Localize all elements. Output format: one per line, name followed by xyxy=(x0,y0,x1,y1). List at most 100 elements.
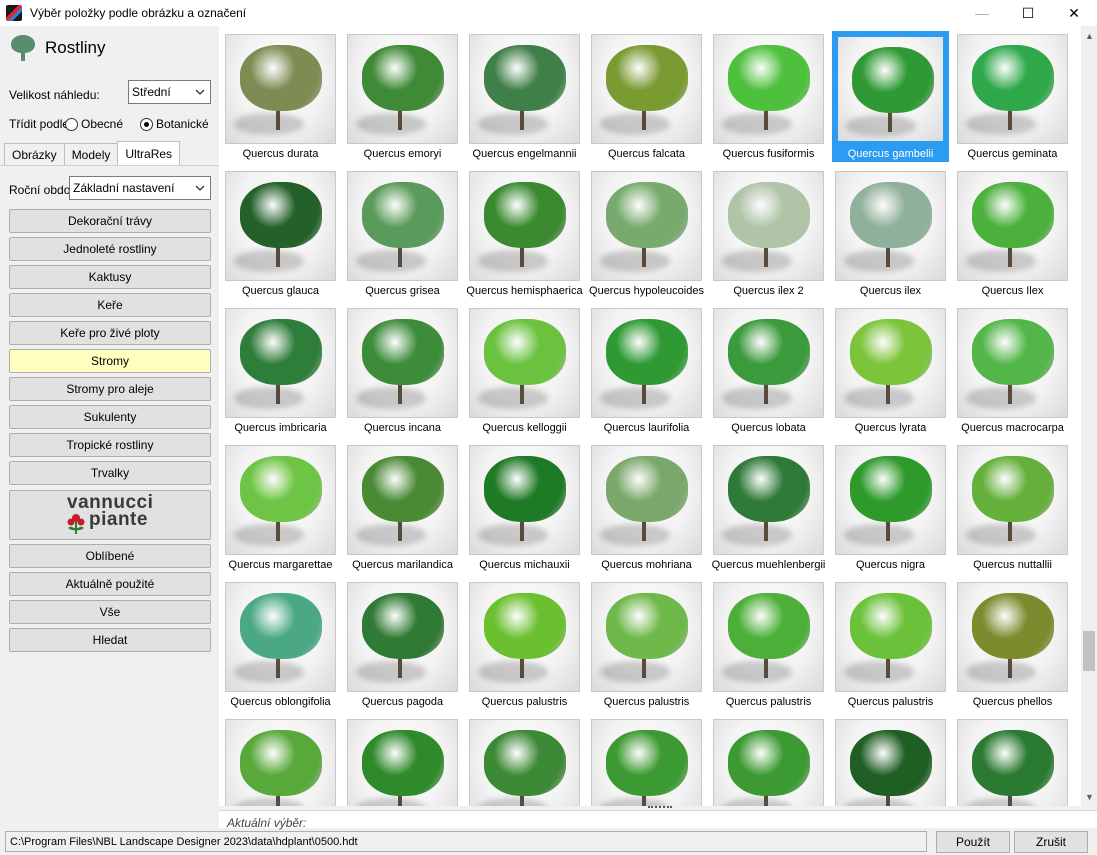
plant-tile[interactable]: Quercus palustris xyxy=(710,579,827,710)
scroll-down-icon[interactable]: ▼ xyxy=(1085,793,1094,802)
plant-tile[interactable]: Quercus engelmannii xyxy=(466,31,583,162)
filter-button[interactable]: Vše xyxy=(9,600,211,624)
plant-tile[interactable]: Quercus margarettae xyxy=(222,442,339,573)
plant-tile[interactable]: Quercus laurifolia xyxy=(588,305,705,436)
apply-button[interactable]: Použít xyxy=(936,831,1010,853)
plant-tile[interactable]: Quercus kelloggii xyxy=(466,305,583,436)
plant-tile[interactable]: Quercus palustris xyxy=(466,579,583,710)
tree-crown xyxy=(606,182,688,248)
plant-name: Quercus ilex xyxy=(859,284,922,297)
plant-name: Quercus michauxii xyxy=(479,558,570,571)
plant-thumbnail xyxy=(835,719,946,806)
category-button[interactable]: Trvalky xyxy=(9,461,211,485)
category-button[interactable]: Stromy xyxy=(9,349,211,373)
plant-tile[interactable]: Quercus ilex xyxy=(832,168,949,299)
tree-crown xyxy=(484,456,566,522)
category-button[interactable]: Tropické rostliny xyxy=(9,433,211,457)
plant-tile[interactable]: Quercus macrocarpa xyxy=(954,305,1071,436)
tree-crown xyxy=(362,319,444,385)
plant-tile[interactable]: Quercus michauxii xyxy=(466,442,583,573)
category-button[interactable]: Stromy pro aleje xyxy=(9,377,211,401)
preview-size-select[interactable]: Střední xyxy=(128,80,211,104)
minimize-button[interactable]: — xyxy=(959,0,1005,26)
plant-name: Quercus kelloggii xyxy=(482,421,567,434)
category-button[interactable]: Kaktusy xyxy=(9,265,211,289)
plant-tile[interactable]: Quercus fusiformis xyxy=(710,31,827,162)
maximize-button[interactable]: ☐ xyxy=(1005,0,1051,26)
tree-crown xyxy=(850,730,932,796)
sort-radio-botanical[interactable]: Botanické xyxy=(140,117,209,131)
plant-tile[interactable]: Quercus grisea xyxy=(344,168,461,299)
tree-crown xyxy=(484,45,566,111)
plant-tile[interactable]: Quercus phellos xyxy=(954,579,1071,710)
plant-tile[interactable] xyxy=(832,716,949,806)
title-bar: Výběr položky podle obrázku a označení —… xyxy=(0,0,1097,26)
filter-button[interactable]: Aktuálně použité xyxy=(9,572,211,596)
plant-tile[interactable] xyxy=(344,716,461,806)
plant-thumbnail xyxy=(347,308,458,418)
plant-tile[interactable]: Quercus hypoleucoides xyxy=(588,168,705,299)
filter-button[interactable]: Oblíbené xyxy=(9,544,211,568)
category-button[interactable]: Keře pro živé ploty xyxy=(9,321,211,345)
tab-ultrares[interactable]: UltraRes xyxy=(117,141,181,165)
filter-button[interactable]: Hledat xyxy=(9,628,211,652)
plant-thumbnail xyxy=(469,171,580,281)
plant-tile[interactable]: Quercus falcata xyxy=(588,31,705,162)
plant-tile[interactable]: Quercus oblongifolia xyxy=(222,579,339,710)
plant-tile[interactable] xyxy=(954,716,1071,806)
sort-radio-common[interactable]: Obecné xyxy=(65,117,123,131)
season-select[interactable]: Základní nastavení xyxy=(69,176,211,200)
plant-tile[interactable]: Quercus ilex 2 xyxy=(710,168,827,299)
plant-tile[interactable]: Quercus gambelii xyxy=(832,31,949,162)
plant-tile[interactable] xyxy=(466,716,583,806)
plant-name: Quercus palustris xyxy=(847,695,934,708)
sort-radio-label: Obecné xyxy=(81,117,124,131)
tab-models[interactable]: Modely xyxy=(63,143,119,165)
plant-thumbnail xyxy=(835,34,946,144)
plant-tile[interactable] xyxy=(710,716,827,806)
plant-tile[interactable]: Quercus palustris xyxy=(588,579,705,710)
category-button[interactable]: Sukulenty xyxy=(9,405,211,429)
category-button[interactable]: Jednoleté rostliny xyxy=(9,237,211,261)
plant-tile[interactable]: Quercus nuttallii xyxy=(954,442,1071,573)
plant-tile[interactable]: Quercus muehlenbergii xyxy=(710,442,827,573)
vannucci-piante-button[interactable]: vannucci piante xyxy=(9,490,211,540)
vertical-scrollbar[interactable]: ▲ ▼ xyxy=(1081,26,1097,806)
plant-tile[interactable]: Quercus emoryi xyxy=(344,31,461,162)
plant-tile[interactable]: Quercus nigra xyxy=(832,442,949,573)
cancel-button[interactable]: Zrušit xyxy=(1014,831,1088,853)
plant-thumbnail xyxy=(713,171,824,281)
plant-tile[interactable]: Quercus mohriana xyxy=(588,442,705,573)
plant-thumbnail xyxy=(713,445,824,555)
category-button[interactable]: Keře xyxy=(9,293,211,317)
preview-size-value: Střední xyxy=(132,85,171,99)
plant-tile[interactable]: Quercus glauca xyxy=(222,168,339,299)
plant-tile[interactable]: Quercus durata xyxy=(222,31,339,162)
plant-tile[interactable]: Quercus palustris xyxy=(832,579,949,710)
plant-tile[interactable]: Quercus hemisphaerica xyxy=(466,168,583,299)
plant-thumbnail xyxy=(469,34,580,144)
tab-images[interactable]: Obrázky xyxy=(4,143,65,165)
file-path-field: C:\Program Files\NBL Landscape Designer … xyxy=(5,831,927,852)
splitter-handle[interactable] xyxy=(648,806,672,809)
scroll-up-icon[interactable]: ▲ xyxy=(1085,32,1094,41)
current-selection-panel: Aktuální výběr: xyxy=(219,810,1097,830)
plant-tile[interactable]: Quercus lyrata xyxy=(832,305,949,436)
plant-tile[interactable]: Quercus geminata xyxy=(954,31,1071,162)
plant-tile[interactable]: Quercus pagoda xyxy=(344,579,461,710)
category-button[interactable]: Dekorační trávy xyxy=(9,209,211,233)
plant-thumbnail xyxy=(469,582,580,692)
plant-name: Quercus marilandica xyxy=(352,558,453,571)
plant-tile[interactable]: Quercus Ilex xyxy=(954,168,1071,299)
plant-tile[interactable] xyxy=(222,716,339,806)
preview-size-label: Velikost náhledu: xyxy=(9,88,100,102)
plant-tile[interactable]: Quercus marilandica xyxy=(344,442,461,573)
plant-tile[interactable]: Quercus imbricaria xyxy=(222,305,339,436)
tree-crown xyxy=(728,456,810,522)
plant-tile[interactable] xyxy=(588,716,705,806)
close-button[interactable]: ✕ xyxy=(1051,0,1097,26)
plant-name: Quercus palustris xyxy=(481,695,568,708)
plant-tile[interactable]: Quercus incana xyxy=(344,305,461,436)
plant-tile[interactable]: Quercus lobata xyxy=(710,305,827,436)
scroll-thumb[interactable] xyxy=(1083,631,1095,671)
